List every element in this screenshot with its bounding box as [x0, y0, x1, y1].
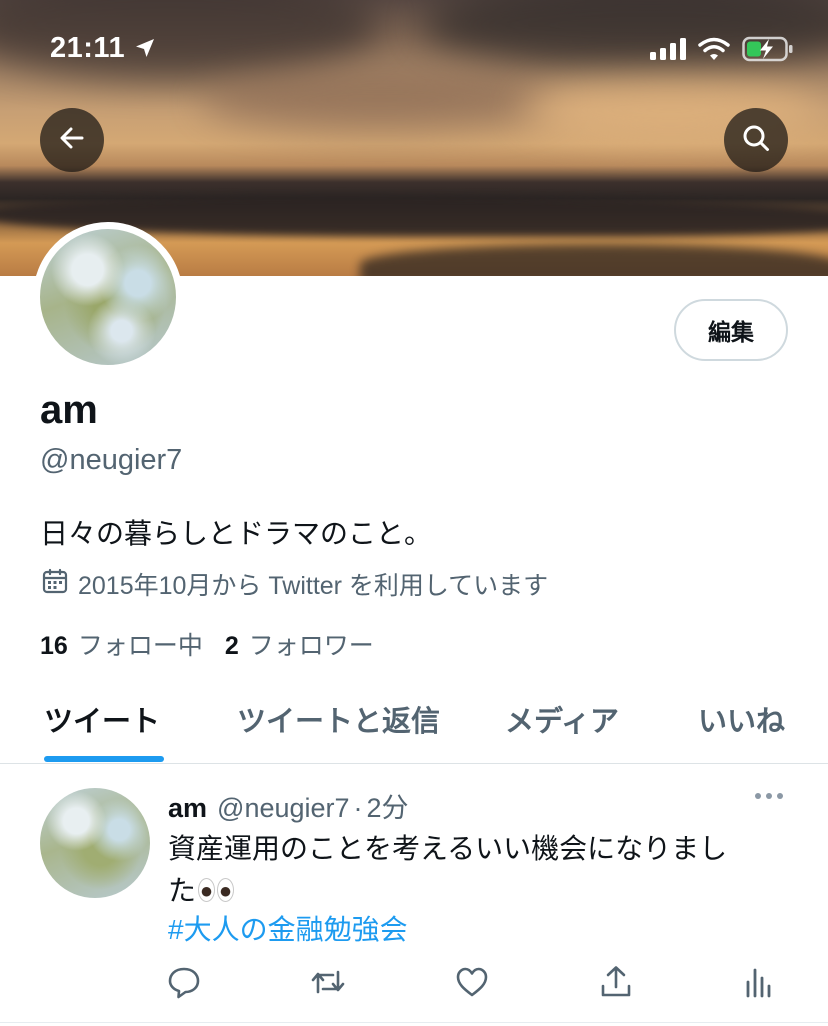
location-arrow-icon	[133, 36, 157, 65]
tab-likes[interactable]: いいね	[698, 698, 785, 740]
share-icon[interactable]	[596, 960, 636, 1004]
joined-date: 2015年10月から Twitter を利用しています	[42, 566, 548, 602]
tab-tweets-and-replies[interactable]: ツイートと返信	[237, 698, 440, 740]
cellular-signal-icon	[650, 38, 686, 65]
follow-stats: 16 フォロー中 2 フォロワー	[40, 626, 374, 662]
profile-display-name: am	[40, 388, 98, 432]
tweet-separator: ·	[353, 793, 363, 823]
banner-cloud	[200, 70, 560, 130]
tab-media[interactable]: メディア	[505, 698, 619, 740]
profile-tabs: ツイート ツイートと返信 メディア いいね	[0, 682, 828, 764]
status-indicators	[650, 36, 794, 67]
eyes-emoji-icon	[196, 875, 235, 906]
wifi-icon	[698, 37, 730, 66]
profile-avatar[interactable]	[33, 222, 183, 372]
tweet-divider	[0, 1022, 828, 1023]
following-label[interactable]: フォロー中	[78, 626, 203, 662]
search-button[interactable]	[724, 108, 788, 172]
active-tab-indicator	[44, 756, 164, 762]
following-count[interactable]: 16	[40, 632, 68, 661]
like-icon[interactable]	[452, 960, 492, 1004]
tab-tweets[interactable]: ツイート	[44, 698, 160, 740]
tweet-text: 資産運用のことを考えるいい機会になりまし た	[168, 828, 778, 912]
profile-handle: @neugier7	[40, 444, 183, 476]
back-button[interactable]	[40, 108, 104, 172]
edit-profile-button[interactable]: 編集	[674, 299, 788, 361]
tweet-timestamp[interactable]: 2分	[367, 786, 409, 825]
status-time: 21:11	[50, 32, 126, 64]
tweet-avatar[interactable]	[40, 788, 150, 898]
tweet-text-line2: た	[168, 875, 197, 906]
joined-text: 2015年10月から Twitter を利用しています	[78, 572, 549, 600]
tweet-author-name[interactable]: am	[168, 793, 207, 824]
analytics-icon[interactable]	[738, 960, 778, 1004]
banner-shore	[360, 244, 828, 276]
tweet-text-line1: 資産運用のことを考えるいい機会になりまし	[168, 833, 728, 864]
calendar-icon	[42, 568, 68, 601]
followers-count[interactable]: 2	[225, 632, 239, 661]
profile-bio: 日々の暮らしとドラマのこと。	[40, 518, 433, 549]
tweet-actions	[0, 960, 828, 1004]
arrow-left-icon	[57, 123, 87, 158]
reply-icon[interactable]	[164, 960, 204, 1004]
more-options-icon[interactable]	[754, 788, 784, 806]
tweet-hashtag[interactable]: #大人の金融勉強会	[168, 908, 408, 948]
retweet-icon[interactable]	[308, 960, 348, 1004]
battery-charging-icon	[742, 36, 794, 67]
tweet-header: am @neugier7 · 2分	[168, 786, 409, 825]
followers-label[interactable]: フォロワー	[249, 626, 374, 662]
tweet-author-handle[interactable]: @neugier7	[217, 793, 350, 824]
search-icon	[741, 123, 771, 158]
